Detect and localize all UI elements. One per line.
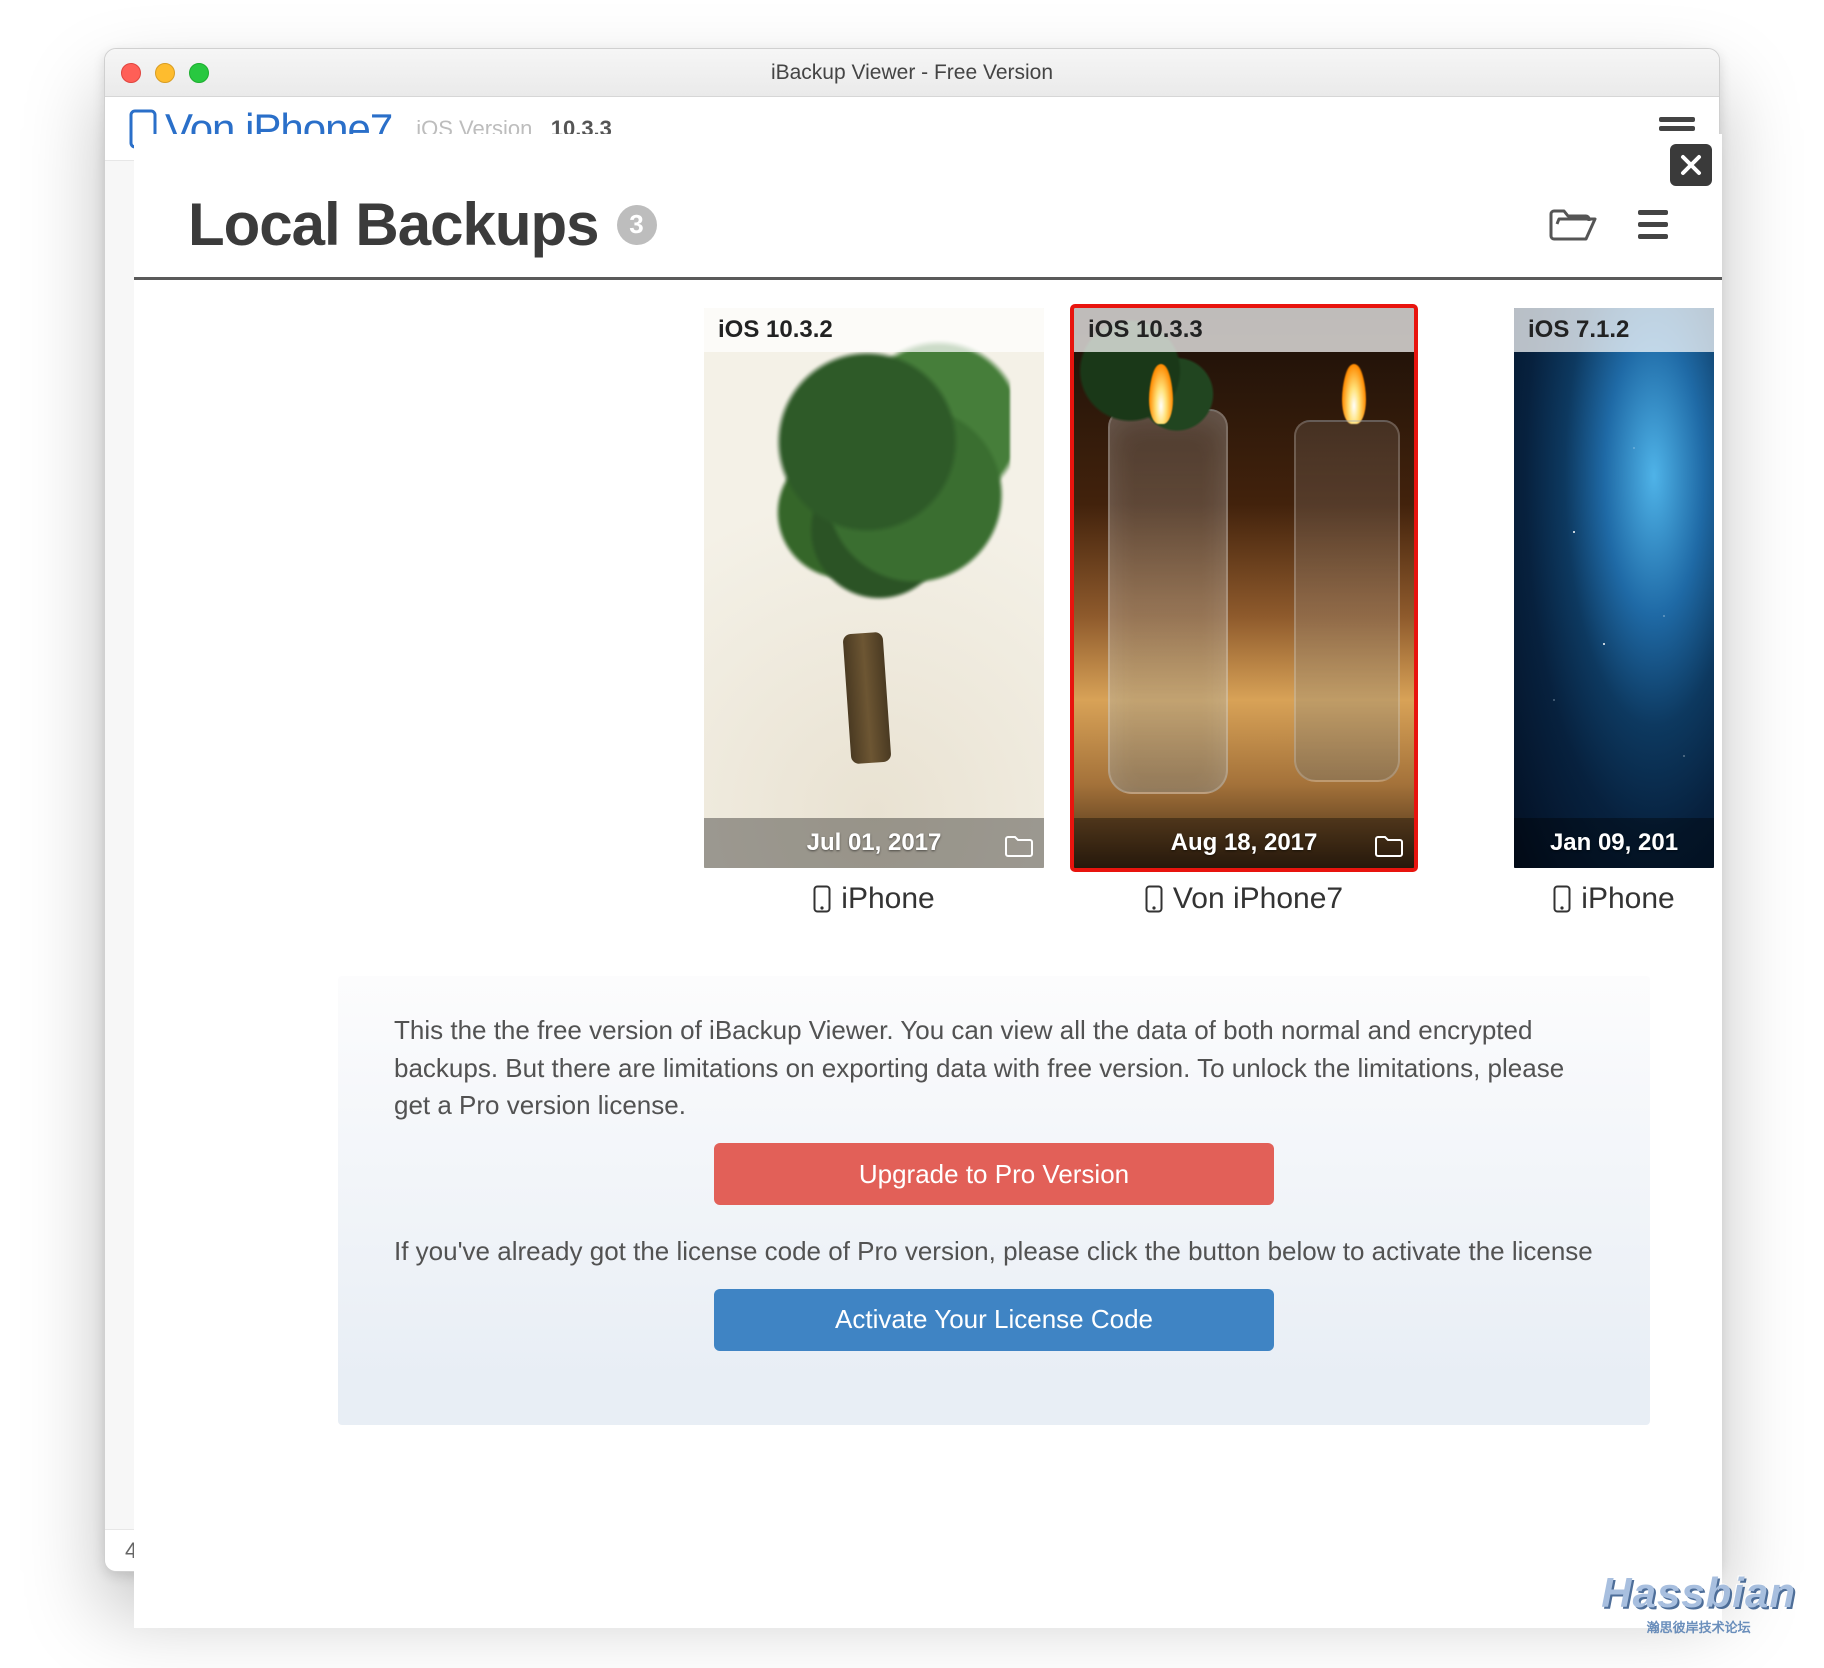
upgrade-panel: This the the free version of iBackup Vie… bbox=[338, 976, 1650, 1425]
reveal-folder-button[interactable] bbox=[1374, 834, 1404, 858]
watermark-sub: 瀚思彼岸技术论坛 bbox=[1601, 1617, 1796, 1636]
reveal-folder-button[interactable] bbox=[1004, 834, 1034, 858]
phone-icon bbox=[1145, 885, 1163, 913]
backup-ios-label: iOS 10.3.2 bbox=[704, 308, 1044, 352]
upgrade-pro-button[interactable]: Upgrade to Pro Version bbox=[714, 1143, 1274, 1205]
phone-icon bbox=[813, 885, 831, 913]
titlebar: iBackup Viewer - Free Version bbox=[105, 49, 1719, 97]
list-view-button[interactable] bbox=[1638, 210, 1668, 239]
watermark: Hassbian 瀚思彼岸技术论坛 bbox=[1601, 1569, 1796, 1636]
zoom-window-button[interactable] bbox=[189, 63, 209, 83]
backup-cards-scroller[interactable]: iOS 10.3.2 Jul 01, 2017 iPhone bbox=[134, 280, 1722, 916]
open-folder-button[interactable] bbox=[1548, 206, 1598, 244]
backup-device-name: Von iPhone7 bbox=[1173, 882, 1343, 916]
window-title: iBackup Viewer - Free Version bbox=[105, 61, 1719, 85]
close-window-button[interactable] bbox=[121, 63, 141, 83]
backup-card[interactable]: iOS 10.3.2 Jul 01, 2017 iPhone bbox=[704, 308, 1044, 916]
header-actions bbox=[1548, 206, 1668, 244]
backup-count-badge: 3 bbox=[617, 205, 657, 245]
backup-device-label: Von iPhone7 bbox=[1145, 882, 1343, 916]
backup-device-name: iPhone bbox=[841, 882, 934, 916]
activate-license-button[interactable]: Activate Your License Code bbox=[714, 1289, 1274, 1351]
phone-icon bbox=[1553, 885, 1571, 913]
upgrade-text-2: If you've already got the license code o… bbox=[394, 1233, 1594, 1271]
traffic-lights bbox=[121, 63, 209, 83]
upgrade-text-1: This the the free version of iBackup Vie… bbox=[394, 1012, 1594, 1125]
backup-date: Jul 01, 2017 bbox=[807, 829, 942, 857]
wallpaper-image bbox=[704, 308, 1044, 868]
backup-card[interactable]: iOS 7.1.2 Jan 09, 201 iPhone bbox=[1444, 308, 1722, 916]
backup-ios-label: iOS 10.3.3 bbox=[1074, 308, 1414, 352]
modal-header: Local Backups 3 bbox=[134, 134, 1722, 280]
folder-icon bbox=[1374, 834, 1404, 858]
backup-date: Jan 09, 201 bbox=[1550, 829, 1678, 857]
close-icon bbox=[1680, 154, 1702, 176]
watermark-main: Hassbian bbox=[1601, 1569, 1796, 1616]
backup-device-label: iPhone bbox=[1553, 882, 1674, 916]
folder-icon bbox=[1004, 834, 1034, 858]
wallpaper-image bbox=[1514, 308, 1714, 868]
folder-open-icon bbox=[1548, 206, 1598, 244]
close-modal-button[interactable] bbox=[1670, 144, 1712, 186]
backup-thumbnail: iOS 7.1.2 Jan 09, 201 bbox=[1514, 308, 1714, 868]
backup-date: Aug 18, 2017 bbox=[1171, 829, 1318, 857]
backup-card[interactable]: iOS 10.3.3 Aug 18, 2017 Von iPhone7 bbox=[1074, 308, 1414, 916]
modal-title: Local Backups bbox=[188, 190, 599, 259]
backup-ios-label: iOS 7.1.2 bbox=[1514, 308, 1714, 352]
backup-device-name: iPhone bbox=[1581, 882, 1674, 916]
wallpaper-image bbox=[1074, 308, 1414, 868]
backup-cards: iOS 10.3.2 Jul 01, 2017 iPhone bbox=[134, 308, 1722, 916]
backup-thumbnail: iOS 10.3.2 Jul 01, 2017 bbox=[704, 308, 1044, 868]
backup-thumbnail: iOS 10.3.3 Aug 18, 2017 bbox=[1074, 308, 1414, 868]
minimize-window-button[interactable] bbox=[155, 63, 175, 83]
local-backups-modal: Local Backups 3 iOS 10.3.2 Jul 01, 2017 bbox=[134, 134, 1722, 1628]
backup-device-label: iPhone bbox=[813, 882, 934, 916]
